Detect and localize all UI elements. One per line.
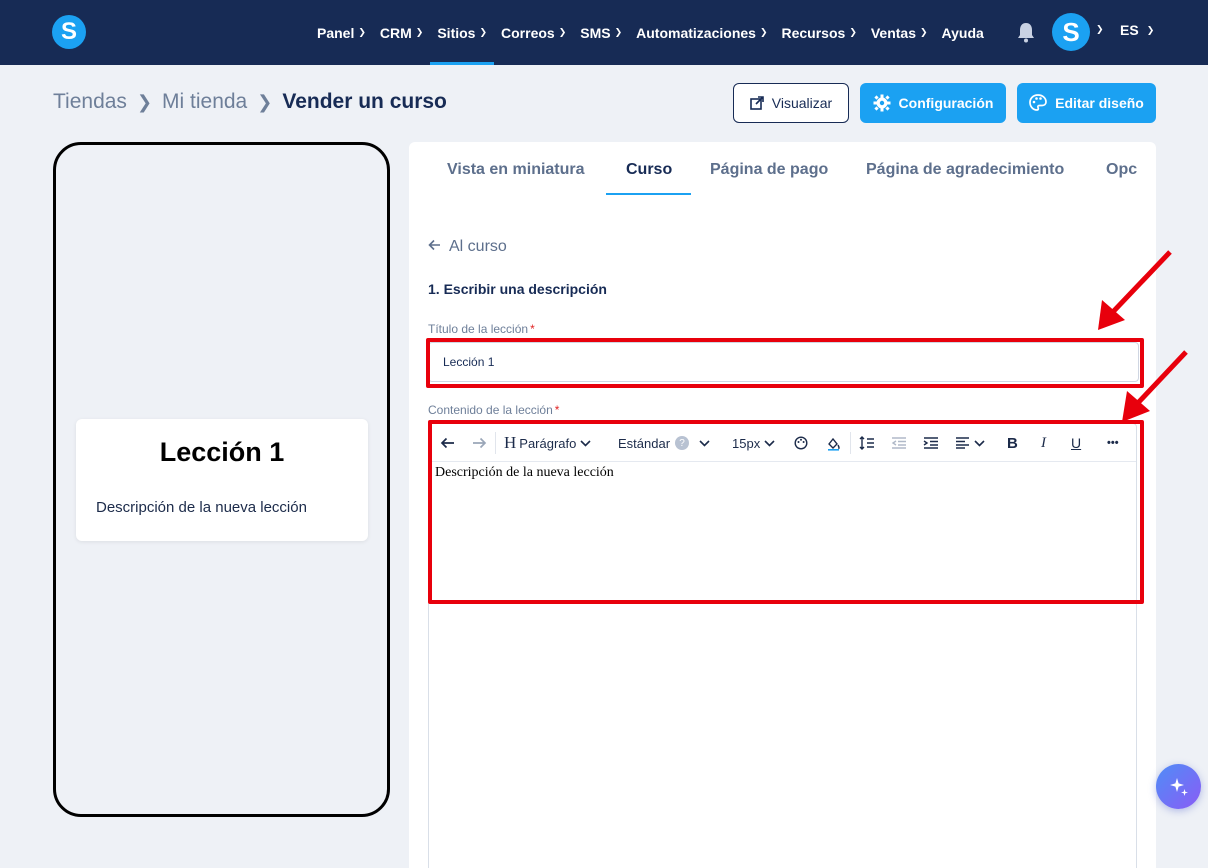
- configuration-label: Configuración: [898, 95, 994, 111]
- page-title: Vender un curso: [282, 90, 447, 113]
- chevron-down-icon: ❯: [358, 27, 366, 37]
- breadcrumb-mi-tienda[interactable]: Mi tienda: [162, 90, 247, 114]
- nav-item-ventas[interactable]: Ventas ❯: [864, 0, 935, 65]
- chevron-down-icon: ❯: [614, 27, 623, 37]
- nav-item-label: Recursos: [781, 24, 846, 41]
- nav-item-label: Automatizaciones: [636, 24, 756, 41]
- chevron-down-icon: ❯: [920, 27, 928, 37]
- breadcrumb: Tiendas ❯ Mi tienda ❯ Vender un curso: [53, 90, 447, 114]
- palette-icon: [1029, 94, 1048, 112]
- tab-vista-miniatura[interactable]: Vista en miniatura: [447, 161, 585, 179]
- chevron-down-icon: ❯: [849, 27, 857, 37]
- language-selector[interactable]: ES ❯: [1120, 22, 1154, 38]
- chevron-down-icon: ❯: [415, 27, 424, 37]
- arrow-left-icon: [428, 238, 441, 256]
- nav-item-recursos[interactable]: Recursos ❯: [775, 0, 864, 65]
- lesson-title-label: Título de la lección *: [428, 322, 535, 336]
- nav-item-label: Ventas: [870, 24, 916, 41]
- top-navbar: S Panel ❯ CRM ❯ Sitios ❯ Correos ❯ SMS ❯ Auto…: [0, 0, 1208, 65]
- nav-item-label: Ayuda: [941, 24, 984, 41]
- annotation-arrows: [1098, 250, 1188, 422]
- nav-item-label: Sitios: [437, 24, 476, 41]
- nav-item-sitios[interactable]: Sitios ❯: [430, 0, 494, 65]
- chevron-down-icon[interactable]: ❯: [1096, 24, 1104, 35]
- edit-design-button[interactable]: Editar diseño: [1017, 83, 1156, 123]
- external-link-icon: [749, 96, 764, 110]
- chevron-right-icon: ❯: [136, 91, 153, 112]
- nav-item-label: SMS: [580, 24, 611, 41]
- ai-assistant-button[interactable]: [1156, 764, 1201, 809]
- language-label: ES: [1120, 22, 1139, 38]
- annotation-highlight-title: [426, 338, 1144, 388]
- tab-bar: Vista en miniatura Curso Página de pago …: [409, 142, 1156, 195]
- nav-item-ayuda[interactable]: Ayuda: [935, 0, 991, 65]
- arrow-pointer-icon: [1122, 350, 1188, 422]
- nav-item-sms[interactable]: SMS ❯: [573, 0, 629, 65]
- required-mark: *: [554, 403, 560, 417]
- lesson-title-label-text: Título de la lección: [428, 322, 529, 336]
- bell-icon[interactable]: [1016, 21, 1036, 43]
- lesson-preview-title: Lección 1: [159, 437, 285, 467]
- required-mark: *: [530, 322, 535, 336]
- nav-item-label: Correos: [501, 24, 555, 41]
- tab-pagina-pago[interactable]: Página de pago: [710, 161, 828, 179]
- user-avatar[interactable]: S: [1052, 13, 1090, 51]
- logo-letter: S: [60, 18, 77, 45]
- tab-pagina-agradecimiento[interactable]: Página de agradecimiento: [866, 161, 1064, 179]
- gear-icon: [873, 94, 891, 112]
- tab-curso[interactable]: Curso: [626, 161, 672, 179]
- main-nav: Panel ❯ CRM ❯ Sitios ❯ Correos ❯ SMS ❯ Automa…: [310, 0, 991, 65]
- nav-item-automatizaciones[interactable]: Automatizaciones ❯: [629, 0, 774, 65]
- tab-opciones[interactable]: Opc: [1106, 161, 1137, 179]
- annotation-highlight-content: [428, 420, 1144, 604]
- brand-logo[interactable]: S: [52, 15, 86, 49]
- preview-label: Visualizar: [771, 95, 833, 111]
- back-link-label: Al curso: [449, 238, 507, 255]
- avatar-letter: S: [1062, 16, 1080, 47]
- configuration-button[interactable]: Configuración: [860, 83, 1006, 123]
- nav-item-correos[interactable]: Correos ❯: [494, 0, 573, 65]
- chevron-down-icon: ❯: [759, 27, 768, 37]
- sparkle-icon: [1169, 777, 1188, 796]
- preview-button[interactable]: Visualizar: [733, 83, 849, 123]
- nav-item-label: CRM: [379, 24, 412, 41]
- chevron-down-icon: ❯: [479, 27, 488, 37]
- lesson-preview-description: Descripción de la nueva lección: [96, 499, 307, 516]
- chevron-down-icon: ❯: [558, 27, 567, 37]
- nav-item-label: Panel: [317, 24, 355, 41]
- edit-design-label: Editar diseño: [1055, 95, 1144, 111]
- nav-item-panel[interactable]: Panel ❯: [310, 0, 373, 65]
- chevron-right-icon: ❯: [257, 91, 273, 112]
- lesson-preview-card: Lección 1 Descripción de la nueva lecció…: [76, 419, 368, 541]
- lesson-content-label: Contenido de la lección *: [428, 403, 559, 417]
- nav-item-crm[interactable]: CRM ❯: [373, 0, 430, 65]
- arrow-pointer-icon: [1098, 250, 1172, 330]
- active-tab-indicator: [606, 193, 691, 195]
- section-title: 1. Escribir una descripción: [428, 281, 607, 297]
- lesson-content-label-text: Contenido de la lección: [428, 403, 553, 417]
- chevron-down-icon: ❯: [1146, 24, 1155, 35]
- breadcrumb-tiendas[interactable]: Tiendas: [53, 90, 127, 114]
- back-to-course-link[interactable]: Al curso: [428, 238, 507, 256]
